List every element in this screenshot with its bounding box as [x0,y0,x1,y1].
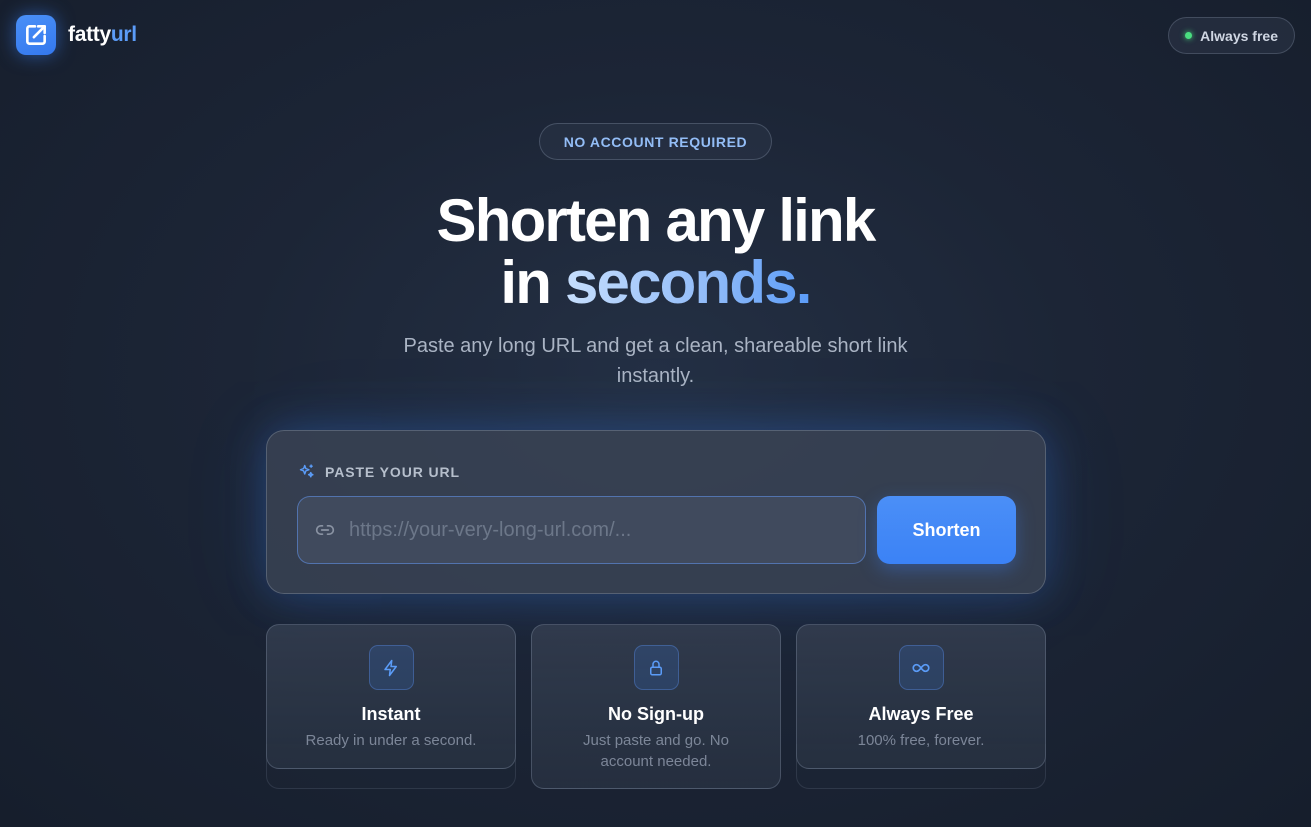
shorten-form-card: PASTE YOUR URL Shorten [266,430,1046,594]
always-free-label: Always free [1200,27,1278,44]
url-input[interactable] [349,497,865,563]
headline-accent: seconds. [564,249,813,316]
feature-card-no-signup: No Sign-up Just paste and go. No account… [531,624,781,789]
infinity-icon [898,645,944,690]
logo-text-accent: url [110,23,137,46]
form-label: PASTE YOUR URL [298,463,460,480]
logo-text-primary: fatty [68,23,111,46]
always-free-pill: Always free [1168,17,1295,54]
link-icon [315,520,335,540]
feature-description: Just paste and go. No account needed. [583,732,729,770]
status-dot-icon [1185,32,1193,39]
lightning-icon [368,645,414,690]
no-account-badge: NO ACCOUNT REQUIRED [539,123,772,160]
feature-title: Always Free [868,704,974,724]
logo-text: fattyurl [68,23,137,47]
logo[interactable]: fattyurl [16,15,137,55]
headline-line-2: in seconds. [0,252,1311,314]
feature-description: Ready in under a second. [305,732,477,749]
feature-title: Instant [361,704,421,724]
external-link-icon [16,15,56,55]
sparkles-icon [298,463,315,480]
url-field[interactable] [297,496,866,564]
headline-plain: in [500,249,552,316]
subtitle: Paste any long URL and get a clean, shar… [403,335,908,387]
headline-line-1: Shorten any link [436,187,877,254]
lock-icon [633,645,679,690]
feature-card-always-free: Always Free 100% free, forever. [796,624,1046,769]
form-label-text: PASTE YOUR URL [325,463,460,480]
feature-description: 100% free, forever. [857,732,985,749]
page-title: Shorten any link in seconds. [0,190,1311,314]
feature-title: No Sign-up [608,704,704,724]
feature-card-instant: Instant Ready in under a second. [266,624,516,769]
shorten-button[interactable]: Shorten [877,496,1016,564]
